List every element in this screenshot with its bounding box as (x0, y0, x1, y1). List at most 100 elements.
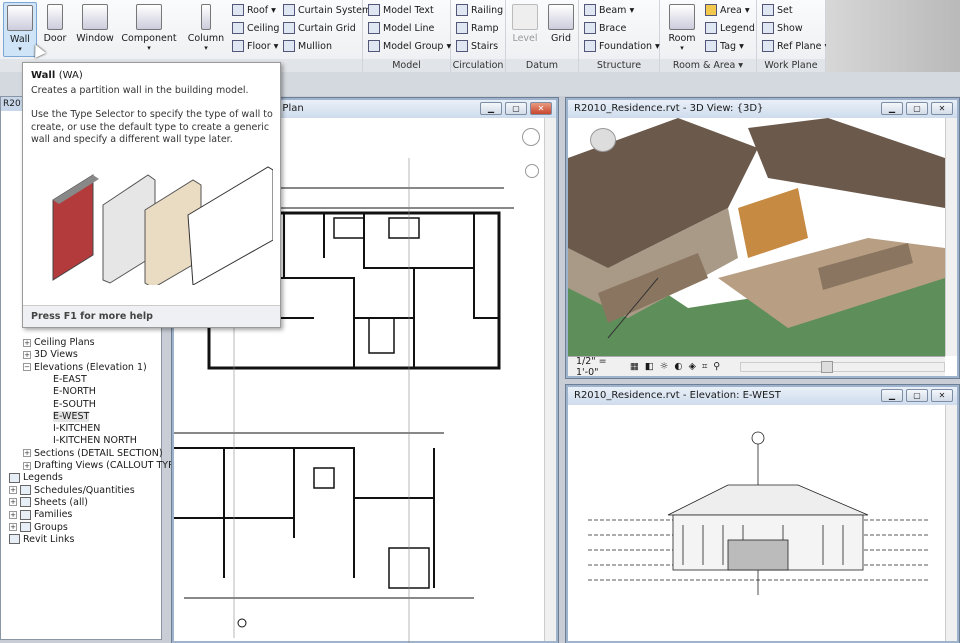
browser-item[interactable]: E-WEST (53, 410, 90, 422)
curtain-grid-button[interactable]: Curtain Grid (283, 22, 356, 34)
browser-item-label: E-EAST (53, 373, 87, 385)
expand-toggle-icon[interactable]: + (9, 486, 17, 495)
model-text-button[interactable]: Model Text (368, 4, 434, 16)
visual-style-icon[interactable]: ◧ (645, 361, 654, 372)
browser-item[interactable]: +3D Views (23, 349, 78, 360)
render-icon[interactable]: ◈ (689, 361, 696, 372)
expand-toggle-icon[interactable]: + (23, 338, 31, 347)
level-button[interactable]: Level (510, 2, 540, 44)
door-button[interactable]: Door (40, 2, 70, 44)
ref-plane-button[interactable]: Ref Plane ▾ (762, 40, 829, 52)
browser-item[interactable]: I-KITCHEN (53, 423, 100, 434)
elevation-view[interactable]: R2010_Residence.rvt - Elevation: E-WEST … (566, 385, 959, 643)
stairs-icon (456, 40, 468, 52)
model-group-button[interactable]: Model Group ▾ (368, 40, 451, 52)
3d-view-titlebar[interactable]: R2010_Residence.rvt - 3D View: {3D} ▁ ▢ ✕ (568, 100, 957, 118)
browser-item[interactable]: Revit Links (9, 534, 74, 545)
elevation-title: R2010_Residence.rvt - Elevation: E-WEST (574, 390, 781, 401)
floor-plan-scrollbar[interactable] (544, 118, 556, 641)
column-button[interactable]: Column ▾ (186, 2, 226, 52)
minimize-button[interactable]: ▁ (881, 102, 903, 115)
railing-label: Railing (471, 4, 504, 16)
hide-isolate-icon[interactable]: ⚲ (713, 361, 720, 372)
elevation-drawing[interactable] (568, 405, 945, 640)
3d-view-scrollbar[interactable] (945, 118, 957, 356)
area-button[interactable]: Area ▾ (705, 4, 750, 16)
close-button[interactable]: ✕ (530, 102, 552, 115)
roof-button[interactable]: Roof ▾ (232, 4, 276, 16)
stairs-button[interactable]: Stairs (456, 40, 498, 52)
area-icon (705, 4, 717, 16)
minimize-button[interactable]: ▁ (480, 102, 502, 115)
tag-icon (705, 40, 717, 52)
crop-icon[interactable]: ⌗ (702, 361, 707, 372)
browser-item[interactable]: E-EAST (53, 374, 87, 385)
mullion-button[interactable]: Mullion (283, 40, 332, 52)
tooltip-summary: Creates a partition wall in the building… (31, 85, 249, 96)
expand-toggle-icon[interactable]: + (23, 461, 31, 470)
expand-toggle-icon[interactable]: + (23, 449, 31, 458)
view-scale[interactable]: 1/2" = 1'-0" (576, 356, 624, 378)
minimize-button[interactable]: ▁ (881, 389, 903, 402)
legend-label: Legend (720, 22, 755, 34)
navigation-wheel-icon[interactable] (522, 128, 540, 146)
panel-structure-label[interactable]: Structure (579, 59, 659, 72)
panel-work-plane: Set Show Ref Plane ▾ Work Plane (757, 0, 829, 72)
legend-button[interactable]: Legend (705, 22, 755, 34)
ceiling-label: Ceiling (247, 22, 280, 34)
browser-item[interactable]: Legends (9, 472, 63, 483)
browser-item[interactable]: + Groups (9, 522, 68, 533)
beam-button[interactable]: Beam ▾ (584, 4, 634, 16)
browser-item[interactable]: + Sections (DETAIL SECTION) (23, 448, 163, 459)
shadows-icon[interactable]: ◐ (674, 361, 682, 372)
panel-room-area-label[interactable]: Room & Area ▾ (660, 59, 756, 72)
close-button[interactable]: ✕ (931, 389, 953, 402)
expand-toggle-icon[interactable]: + (23, 350, 31, 359)
restore-button[interactable]: ▢ (906, 102, 928, 115)
restore-button[interactable]: ▢ (505, 102, 527, 115)
3d-model-render[interactable] (568, 118, 945, 356)
sun-path-icon[interactable]: ☼ (660, 361, 669, 372)
browser-item[interactable]: I-KITCHEN NORTH (53, 435, 137, 446)
browser-item[interactable]: + Drafting Views (CALLOUT TYP. (23, 460, 175, 471)
browser-item[interactable]: + Schedules/Quantities (9, 485, 135, 496)
expand-toggle-icon[interactable]: + (9, 498, 17, 507)
tag-button[interactable]: Tag ▾ (705, 40, 744, 52)
legend-icon (705, 22, 717, 34)
browser-item[interactable]: − Elevations (Elevation 1) (23, 362, 147, 373)
grid-button[interactable]: Grid (546, 2, 576, 44)
curtain-system-button[interactable]: Curtain System (283, 4, 371, 16)
model-line-button[interactable]: Model Line (368, 22, 434, 34)
expand-toggle-icon[interactable]: + (9, 510, 17, 519)
railing-button[interactable]: Railing (456, 4, 503, 16)
browser-item[interactable]: + Sheets (all) (9, 497, 88, 508)
brace-button[interactable]: Brace (584, 22, 626, 34)
browser-item[interactable]: + Ceiling Plans (23, 337, 95, 348)
elevation-scrollbar[interactable] (945, 405, 957, 641)
horizontal-scrollbar[interactable] (740, 360, 945, 373)
set-button[interactable]: Set (762, 4, 793, 16)
elevation-titlebar[interactable]: R2010_Residence.rvt - Elevation: E-WEST … (568, 387, 957, 405)
ramp-button[interactable]: Ramp (456, 22, 499, 34)
zoom-icon[interactable] (525, 164, 539, 178)
ceiling-button[interactable]: Ceiling (232, 22, 279, 34)
browser-item[interactable]: E-SOUTH (53, 399, 96, 410)
model-group-label: Model Group (383, 40, 444, 52)
show-button[interactable]: Show (762, 22, 803, 34)
foundation-button[interactable]: Foundation ▾ (584, 40, 660, 52)
browser-item[interactable]: E-NORTH (53, 386, 96, 397)
model-line-icon (368, 22, 380, 34)
expand-toggle-icon[interactable]: − (23, 363, 31, 372)
browser-item-label: Revit Links (23, 533, 75, 545)
browser-item[interactable]: + Families (9, 509, 72, 520)
room-button[interactable]: Room ▾ (666, 2, 698, 52)
restore-button[interactable]: ▢ (906, 389, 928, 402)
3d-view[interactable]: R2010_Residence.rvt - 3D View: {3D} ▁ ▢ ✕ … (566, 98, 959, 378)
window-button[interactable]: Window (74, 2, 116, 44)
floor-button[interactable]: Floor ▾ (232, 40, 278, 52)
component-button[interactable]: Component ▾ (120, 2, 178, 52)
viewcube-icon[interactable] (590, 128, 616, 152)
expand-toggle-icon[interactable]: + (9, 523, 17, 531)
close-button[interactable]: ✕ (931, 102, 953, 115)
detail-level-icon[interactable]: ▦ (630, 361, 639, 372)
